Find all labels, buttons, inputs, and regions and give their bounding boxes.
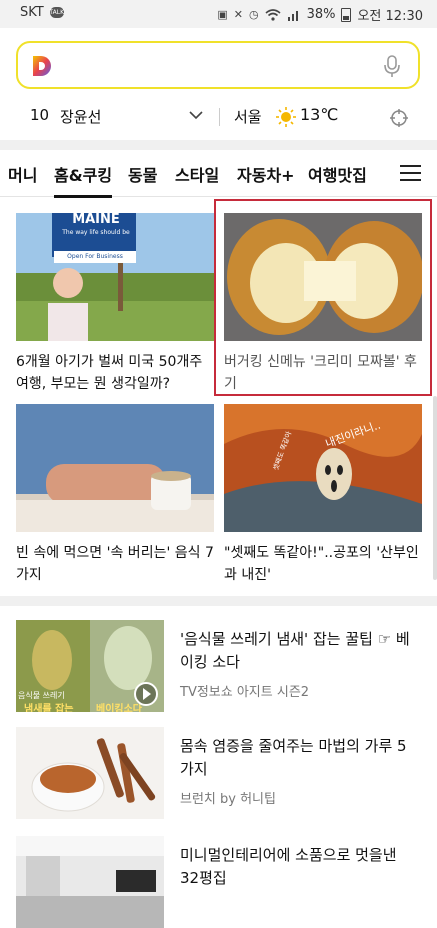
article-title[interactable]: 6개월 아기가 벌써 미국 50개주 여행, 부모는 뭔 생각일까? [16,351,214,395]
list-item[interactable]: 미니멀인테리어에 소품으로 멋을낸 32평집 [16,836,421,928]
bus-number[interactable]: 10 [30,106,49,124]
daum-logo-icon [33,56,51,76]
weather-city[interactable]: 서울 [234,106,262,127]
article-card-highlighted[interactable]: 버거킹 신메뉴 '크리미 모짜볼' 후기 [214,199,432,396]
scroll-indicator[interactable] [433,396,437,580]
list-thumbnail [16,836,164,928]
battery-percent: 38% [306,7,336,22]
temperature: 13℃ [300,105,339,124]
tab-style[interactable]: 스타일 [175,162,219,186]
menu-icon[interactable] [400,165,421,186]
list-title[interactable]: 미니멀인테리어에 소품으로 멋을낸 32평집 [180,844,416,890]
info-row: 10 장윤선 서울 13℃ [0,102,437,130]
article-card[interactable]: MAINE The way life should be Open For Bu… [16,213,214,395]
list-item[interactable]: 몸속 염증을 줄여주는 마법의 가루 5가지 브런치 by 허니팁 [16,727,421,819]
chat-notification-icon: TALK [49,7,65,18]
play-icon[interactable] [134,682,158,706]
article-card[interactable]: 내진이라니.. 셋째도 똑같아 "셋째도 똑같아!"..공포의 '산부인과 내진… [224,404,422,586]
article-title[interactable]: "셋째도 똑같아!"..공포의 '산부인과 내진' [224,542,422,586]
category-tabs: 머니 홈&쿠킹 동물 스타일 자동차+ 여행맛집 [0,150,437,198]
tab-home-cooking[interactable]: 홈&쿠킹 [54,162,113,198]
location-target-icon[interactable] [389,108,409,128]
list-source: 브런치 by 허니팁 [180,792,276,807]
section-divider [0,596,437,606]
bus-stop-name[interactable]: 장윤선 [60,106,101,127]
article-thumbnail [224,213,422,341]
sign-text: Open For Business [67,253,123,260]
divider [219,108,220,126]
status-bar: SKT TALK ▣ ✕ ◷ 38% 오전 12:30 [0,0,437,28]
tab-animals[interactable]: 동물 [128,162,157,186]
alarm-icon: ◷ [248,8,259,21]
search-box[interactable] [16,41,420,89]
tab-travel-food[interactable]: 여행맛집 [308,162,367,186]
article-thumbnail: 내진이라니.. 셋째도 똑같아 [224,404,422,532]
thumbnail-caption: 베이킹소다 [96,704,142,712]
clock: 오전 12:30 [357,9,423,24]
article-thumbnail [16,404,214,532]
list-item[interactable]: 음식물 쓰레기 냄새를 잡는 베이킹소다 '음식물 쓰레기 냄새' 잡는 꿀팁 … [16,620,421,712]
list-title[interactable]: 몸속 염증을 줄여주는 마법의 가루 5가지 [180,735,416,781]
signal-icon [287,10,298,21]
list-thumbnail [16,727,164,819]
tab-money[interactable]: 머니 [8,162,37,186]
sign-text: The way life should be [62,229,130,236]
tab-auto[interactable]: 자동차+ [237,162,295,186]
chevron-down-icon[interactable] [189,110,203,120]
list-source: TV정보쇼 아지트 시즌2 [180,685,310,700]
sign-text: MAINE [72,212,120,227]
wifi-icon [265,8,281,21]
article-thumbnail: MAINE The way life should be Open For Bu… [16,213,214,341]
list-title[interactable]: '음식물 쓰레기 냄새' 잡는 꿀팁 ☞ 베이킹 소다 [180,628,416,674]
mute-icon: ✕ [233,8,243,21]
section-divider [0,140,437,150]
battery-icon [341,7,352,22]
microphone-icon[interactable] [379,53,405,79]
lock-icon: ▣ [217,8,228,21]
carrier-label: SKT [20,5,44,20]
search-input[interactable] [64,51,368,81]
list-thumbnail: 음식물 쓰레기 냄새를 잡는 베이킹소다 [16,620,164,712]
sun-icon [276,107,296,127]
article-title[interactable]: 버거킹 신메뉴 '크리미 모짜볼' 후기 [224,351,422,395]
thumbnail-caption: 냄새를 잡는 [24,704,74,712]
article-card[interactable]: 빈 속에 먹으면 '속 버리는' 음식 7가지 [16,404,214,586]
article-title[interactable]: 빈 속에 먹으면 '속 버리는' 음식 7가지 [16,542,214,586]
